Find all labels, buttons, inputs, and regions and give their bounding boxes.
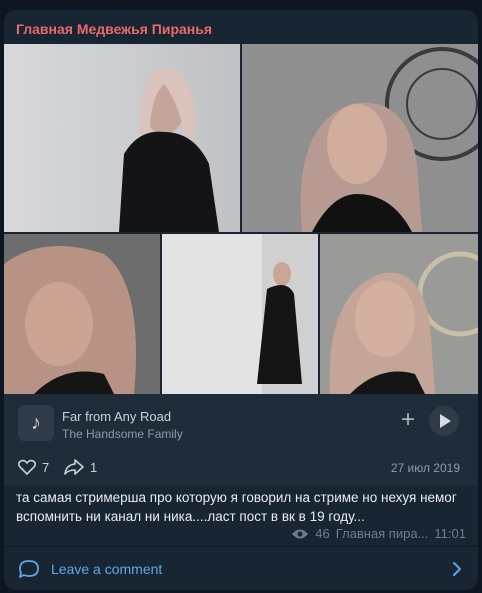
- post-time: 11:01: [434, 526, 466, 541]
- message-meta: 46 Главная пира... 11:01: [291, 526, 466, 541]
- comment-icon: [19, 560, 39, 578]
- audio-attachment[interactable]: ♪ Far from Any Road The Handsome Family …: [4, 394, 478, 450]
- view-count: 46: [315, 526, 330, 541]
- share-icon: [64, 459, 84, 475]
- share-count: 1: [90, 459, 98, 475]
- like-button[interactable]: 7: [18, 459, 49, 475]
- channel-name[interactable]: Главная Медвежья Пиранья: [16, 21, 212, 37]
- reactions-row: 7 1 27 июл 2019: [4, 450, 478, 486]
- music-note-icon: ♪: [18, 405, 54, 441]
- eye-icon: [292, 529, 309, 538]
- audio-title: Far from Any Road: [62, 409, 172, 424]
- message-bubble: Главная Медвежья Пиранья ♪ Far from Any …: [4, 10, 478, 590]
- chevron-right-icon: [453, 562, 461, 576]
- share-button[interactable]: 1: [64, 459, 97, 475]
- photo-1[interactable]: [4, 44, 240, 232]
- heart-icon: [18, 459, 36, 475]
- post-author: Главная пира...: [335, 526, 429, 541]
- leave-comment-label[interactable]: Leave a comment: [51, 561, 162, 577]
- photo-3[interactable]: [4, 234, 160, 394]
- audio-artist: The Handsome Family: [62, 427, 183, 441]
- photo-5[interactable]: [320, 234, 478, 394]
- post-date: 27 июл 2019: [390, 461, 460, 475]
- photo-4[interactable]: [162, 234, 318, 394]
- post-text: та самая стримерша про которую я говорил…: [16, 490, 457, 524]
- play-button[interactable]: [429, 406, 459, 436]
- comment-bar[interactable]: Leave a comment: [4, 546, 478, 590]
- like-count: 7: [42, 459, 50, 475]
- add-audio-button[interactable]: +: [395, 408, 421, 434]
- photo-2[interactable]: [242, 44, 478, 232]
